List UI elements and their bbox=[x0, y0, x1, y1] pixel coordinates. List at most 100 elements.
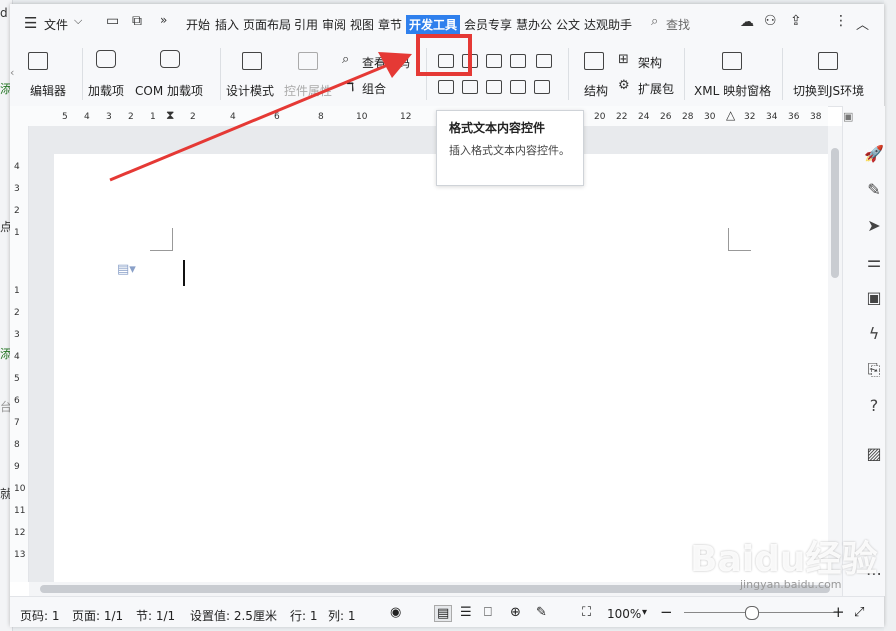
schema-button[interactable]: 架构 bbox=[638, 54, 662, 71]
tooltip-title: 格式文本内容控件 bbox=[449, 121, 546, 135]
dropdown-list-control-icon[interactable] bbox=[438, 80, 454, 94]
row-indicator: 行: 1 bbox=[290, 609, 318, 623]
save-icon[interactable]: ▭ bbox=[106, 13, 119, 29]
tab-developer[interactable]: 开发工具 bbox=[406, 15, 461, 34]
tab-insert[interactable]: 插入 bbox=[215, 16, 239, 33]
combo-box-control-icon[interactable] bbox=[510, 54, 526, 68]
date-picker-control-icon[interactable] bbox=[462, 80, 478, 94]
vruler-number: 8 bbox=[14, 440, 20, 450]
zoom-out-icon[interactable]: − bbox=[660, 603, 673, 621]
schema-icon: ⊞ bbox=[618, 52, 629, 67]
ribbon-scroll-left-icon[interactable]: ‹ bbox=[10, 66, 14, 79]
vruler-number: 10 bbox=[14, 484, 26, 494]
page-view-icon[interactable]: ▤ bbox=[434, 605, 453, 622]
write-mode-icon[interactable]: ✎ bbox=[536, 605, 547, 620]
building-block-control-icon[interactable] bbox=[486, 80, 502, 94]
hamburger-icon[interactable]: ☰ bbox=[24, 14, 37, 32]
outline-view-icon[interactable]: ☰ bbox=[460, 605, 472, 620]
tab-chapter[interactable]: 章节 bbox=[378, 16, 402, 33]
horizontal-scroll-thumb[interactable] bbox=[40, 585, 830, 593]
fit-page-icon[interactable]: ⛶ bbox=[582, 605, 591, 620]
export-icon[interactable]: ⧉ bbox=[132, 13, 142, 29]
more-tools-icon[interactable]: » bbox=[160, 13, 167, 27]
rocket-icon[interactable]: 🚀 bbox=[864, 144, 884, 163]
collapse-ribbon-icon[interactable]: ︿ bbox=[856, 14, 869, 33]
eye-protection-icon[interactable]: ◉ bbox=[390, 605, 401, 620]
zoom-in-icon[interactable]: + bbox=[832, 603, 845, 621]
margin-corner-top-left bbox=[150, 228, 173, 251]
ruler-number: 24 bbox=[638, 112, 650, 122]
zoom-slider-handle[interactable] bbox=[745, 606, 759, 620]
vruler-number: 3 bbox=[14, 184, 20, 194]
vruler-number: 4 bbox=[14, 162, 20, 172]
book-search-icon[interactable]: ⎘ bbox=[864, 360, 884, 380]
pen-icon[interactable]: ✎ bbox=[864, 180, 884, 199]
web-view-icon[interactable]: ⊕ bbox=[510, 605, 521, 620]
ruler-number: 22 bbox=[616, 112, 628, 122]
tab-view[interactable]: 视图 bbox=[350, 16, 374, 33]
divider bbox=[82, 48, 83, 100]
reading-view-icon[interactable]: ⎕ bbox=[484, 605, 492, 620]
panel-toggle-icon[interactable]: ▣ bbox=[843, 110, 853, 123]
search-icon[interactable]: ⌕ bbox=[651, 14, 658, 29]
select-pointer-icon[interactable]: ➤ bbox=[864, 216, 884, 235]
lightning-icon[interactable]: ϟ bbox=[864, 324, 884, 343]
editor-button[interactable]: 编辑器 bbox=[30, 82, 66, 99]
paragraph-menu-icon[interactable]: ▤▾ bbox=[117, 262, 136, 277]
vertical-ruler[interactable]: 4 3 2 1 1 2 3 4 5 6 7 8 9 10 11 12 13 bbox=[10, 126, 29, 582]
vruler-number: 2 bbox=[14, 308, 20, 318]
page-count[interactable]: 页面: 1/1 bbox=[72, 607, 123, 624]
image-tools-icon[interactable]: ▣ bbox=[864, 288, 884, 307]
vruler-number: 6 bbox=[14, 396, 20, 406]
cloud-icon[interactable]: ☁ bbox=[740, 14, 754, 30]
zoom-level[interactable]: 100% bbox=[607, 607, 641, 621]
vruler-number: 2 bbox=[14, 206, 20, 216]
fullscreen-icon[interactable]: ⤢ bbox=[854, 605, 864, 620]
chevron-down-icon[interactable]: ⌵ bbox=[74, 14, 82, 28]
file-menu[interactable]: 文件 bbox=[44, 16, 68, 33]
vruler-number: 1 bbox=[14, 228, 20, 238]
help-icon[interactable]: ? bbox=[864, 396, 884, 415]
xml-mapping-pane-button[interactable]: XML 映射窗格 bbox=[694, 82, 771, 99]
ruler-number: 34 bbox=[766, 112, 778, 122]
vruler-number: 9 bbox=[14, 462, 20, 472]
tab-home[interactable]: 开始 bbox=[186, 16, 210, 33]
tab-official[interactable]: 公文 bbox=[556, 16, 580, 33]
ruler-number: 5 bbox=[62, 112, 68, 122]
structure-button[interactable]: 结构 bbox=[584, 82, 608, 99]
tab-office[interactable]: 慧办公 bbox=[516, 16, 552, 33]
tooltip-rich-text-control: 格式文本内容控件 插入格式文本内容控件。 bbox=[436, 110, 584, 186]
repeating-section-control-icon[interactable] bbox=[510, 80, 526, 94]
divider bbox=[782, 48, 783, 100]
expansion-pack-button[interactable]: 扩展包 bbox=[638, 80, 674, 97]
vertical-scroll-thumb[interactable] bbox=[831, 148, 839, 278]
tab-page-layout[interactable]: 页面布局 bbox=[243, 16, 291, 33]
tab-assistant[interactable]: 达观助手 bbox=[584, 16, 632, 33]
picture-panel-icon[interactable]: ▨ bbox=[864, 444, 884, 463]
user-icon[interactable]: ⚇ bbox=[764, 13, 777, 29]
page-number[interactable]: 页码: 1 bbox=[20, 607, 60, 624]
zoom-slider-track[interactable] bbox=[684, 612, 834, 613]
document-page[interactable] bbox=[54, 154, 828, 584]
tab-references[interactable]: 引用 bbox=[294, 16, 318, 33]
share-icon[interactable]: ⇪ bbox=[790, 13, 802, 29]
legacy-tools-icon[interactable] bbox=[534, 80, 550, 94]
vruler-number: 11 bbox=[14, 506, 26, 516]
right-indent-marker-icon[interactable]: △ bbox=[726, 108, 735, 122]
checkbox-content-control-icon[interactable] bbox=[536, 54, 552, 68]
ruler-number: 20 bbox=[594, 112, 606, 122]
picture-content-control-icon[interactable] bbox=[486, 54, 502, 68]
adjust-sliders-icon[interactable]: ⚌ bbox=[864, 252, 884, 271]
ruler-number: 38 bbox=[810, 112, 822, 122]
tab-member[interactable]: 会员专享 bbox=[464, 16, 512, 33]
setting-value[interactable]: 设置值: 2.5厘米 bbox=[190, 607, 277, 624]
zoom-dropdown-icon[interactable]: ▾ bbox=[642, 607, 647, 618]
tab-review[interactable]: 审阅 bbox=[322, 16, 346, 33]
ruler-number: 32 bbox=[744, 112, 756, 122]
more-icon[interactable]: ⋮ bbox=[834, 13, 848, 29]
column-indicator: 列: 1 bbox=[328, 609, 356, 623]
section-count[interactable]: 节: 1/1 bbox=[136, 607, 175, 624]
switch-js-environment-button[interactable]: 切换到JS环境 bbox=[793, 82, 864, 99]
search-label[interactable]: 查找 bbox=[666, 16, 690, 33]
annotation-arrow bbox=[109, 52, 412, 182]
